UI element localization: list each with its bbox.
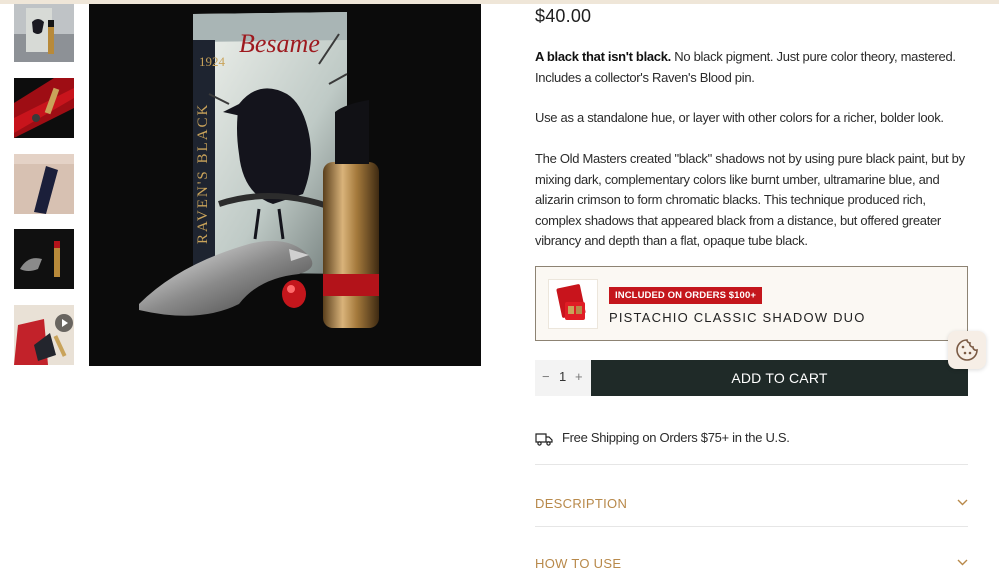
chevron-down-icon [957, 499, 968, 506]
description-paragraph-2: Use as a standalone hue, or layer with o… [535, 110, 944, 125]
divider [535, 464, 968, 465]
thumbnail-raven-box[interactable] [14, 4, 74, 62]
cookie-icon [956, 339, 978, 361]
quantity-value[interactable]: 1 [559, 369, 566, 384]
add-to-cart-button[interactable]: ADD TO CART [591, 360, 968, 396]
shipping-text: Free Shipping on Orders $75+ in the U.S. [562, 430, 790, 445]
description-lead: A black that isn't black. [535, 49, 671, 64]
promo-product-name: PISTACHIO CLASSIC SHADOW DUO [609, 310, 866, 325]
description-paragraph-1: A black that isn't black. No black pigme… [535, 47, 968, 88]
accordion-how-to-use[interactable]: HOW TO USE [535, 552, 968, 576]
accordion-how-to-use-label: HOW TO USE [535, 556, 622, 571]
quantity-decrease-button[interactable]: − [542, 369, 550, 384]
chevron-down-icon [957, 559, 968, 566]
accordion-description[interactable]: DESCRIPTION [535, 492, 968, 516]
thumbnail-arm-swatch[interactable] [14, 154, 74, 214]
box-brand-text: Besame [239, 29, 320, 58]
quantity-increase-button[interactable]: + [575, 369, 583, 384]
thumbnail-video[interactable] [14, 305, 74, 365]
accordion-description-label: DESCRIPTION [535, 496, 628, 511]
gift-promo-box: INCLUDED ON ORDERS $100+ PISTACHIO CLASS… [535, 266, 968, 341]
truck-icon [535, 433, 553, 446]
box-year-text: 1924 [199, 54, 226, 69]
main-product-image[interactable]: RAVEN'S BLACK 1924 Besame [89, 4, 481, 366]
thumbnail-red-lipstick[interactable] [14, 78, 74, 138]
promo-badge: INCLUDED ON ORDERS $100+ [609, 287, 762, 304]
product-price: $40.00 [535, 6, 592, 26]
divider [535, 526, 968, 527]
thumbnail-raven-pin[interactable] [14, 229, 74, 289]
box-side-text: RAVEN'S BLACK [195, 103, 211, 244]
cookie-settings-button[interactable] [948, 331, 986, 369]
description-paragraph-3: The Old Masters created "black" shadows … [535, 151, 965, 248]
quantity-stepper: − 1 + [535, 360, 591, 396]
play-icon [55, 314, 73, 332]
gift-product-image [548, 279, 598, 329]
